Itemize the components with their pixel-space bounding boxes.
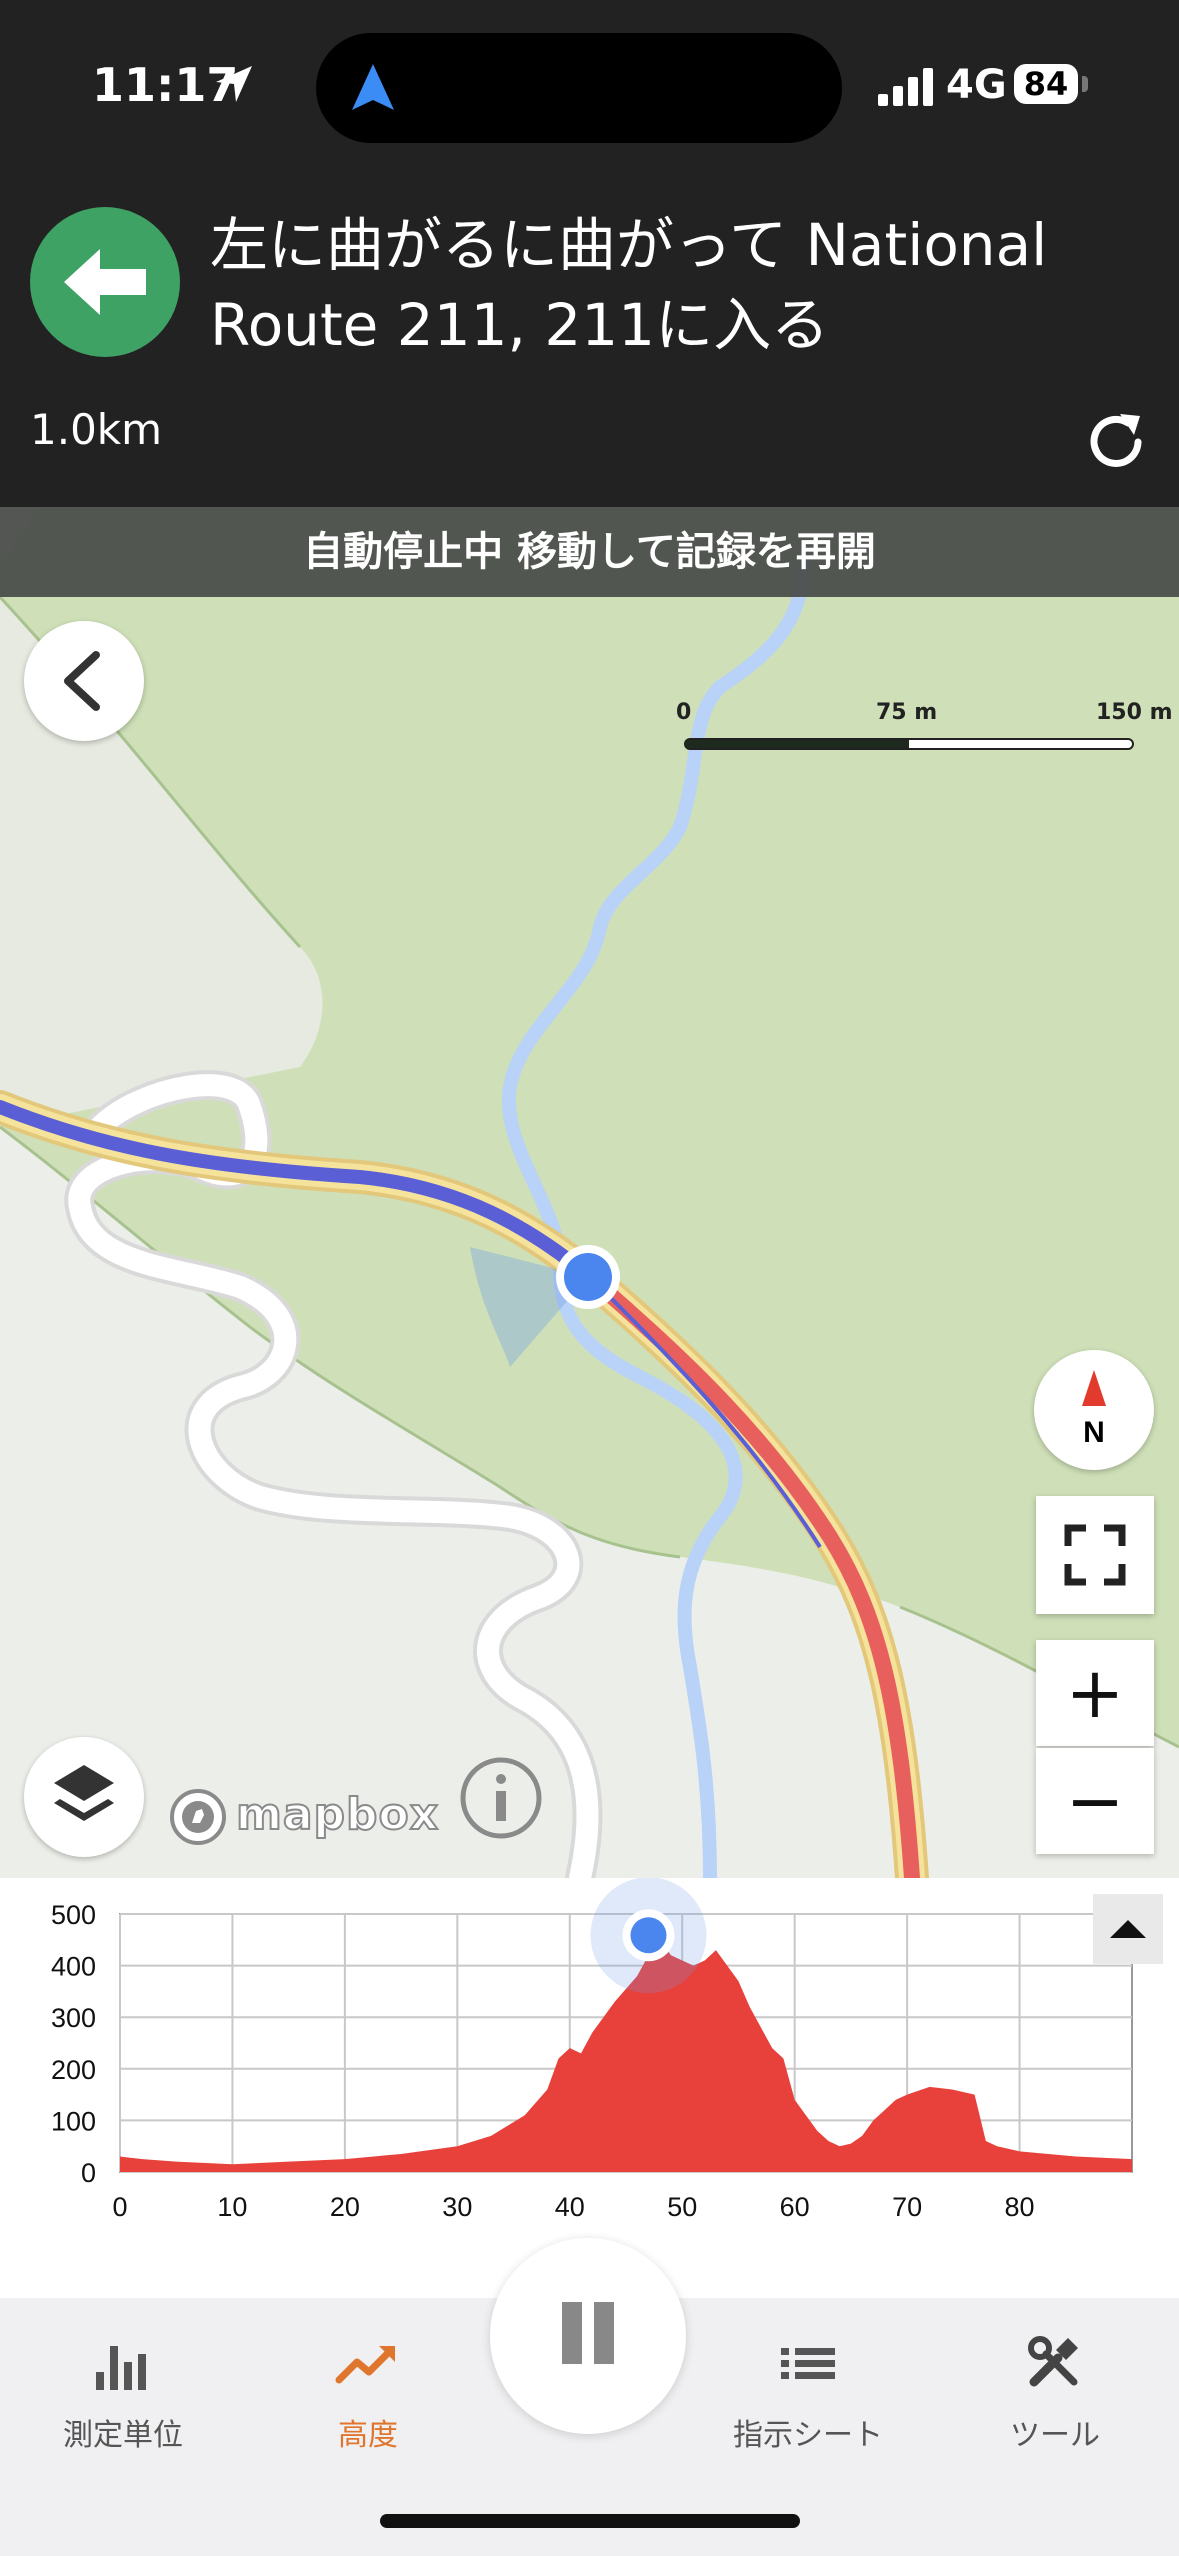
home-indicator [380, 2514, 800, 2528]
layers-icon [54, 1765, 114, 1821]
x-tick-label: 20 [330, 2192, 360, 2222]
turn-instruction: 左に曲がるに曲がって National Route 211, 211に入る [210, 211, 1048, 359]
arrow-left-icon [64, 249, 146, 315]
current-position-marker [630, 1917, 667, 1954]
scale-label-max: 150 m [1096, 700, 1173, 725]
battery-indicator: 84 [1014, 64, 1078, 104]
tab-label: 指示シート [733, 2418, 883, 2453]
tab-cue-sheet[interactable]: 指示シート [698, 2328, 918, 2454]
compass-label: N [1083, 1416, 1105, 1449]
scale-bar [684, 738, 1134, 750]
scale-label-zero: 0 [676, 700, 692, 725]
scale-label-mid: 75 m [876, 700, 938, 725]
navigation-arrow-icon [352, 64, 394, 110]
caret-up-icon [1110, 1920, 1146, 1938]
pause-recording-button[interactable] [490, 2238, 686, 2434]
zoom-in-button[interactable]: + [1036, 1640, 1154, 1746]
pause-icon-left-bar [562, 2302, 582, 2364]
bar-chart-icon [96, 2346, 146, 2390]
tab-label: 高度 [338, 2418, 398, 2453]
y-tick-label: 300 [51, 2003, 96, 2033]
fullscreen-button[interactable] [1036, 1496, 1154, 1614]
fullscreen-icon [1064, 1524, 1126, 1586]
plus-icon: + [1065, 1652, 1125, 1734]
y-tick-label: 100 [51, 2106, 96, 2136]
x-tick-label: 0 [112, 2192, 127, 2222]
pause-icon-right-bar [594, 2302, 614, 2364]
x-tick-label: 60 [780, 2192, 810, 2222]
tab-elevation[interactable]: 高度 [258, 2328, 478, 2454]
y-tick-label: 200 [51, 2055, 96, 2085]
info-icon[interactable] [458, 1755, 544, 1841]
location-arrow-icon [216, 66, 252, 102]
compass-button[interactable]: N [1034, 1350, 1154, 1470]
navigation-header: 11:17 4G 84 1.0km 左に曲がるに曲がって National Ro… [0, 0, 1179, 507]
y-tick-label: 0 [81, 2158, 96, 2188]
x-tick-label: 70 [892, 2192, 922, 2222]
y-tick-label: 500 [51, 1900, 96, 1930]
chevron-left-icon [64, 651, 100, 711]
collapse-chart-button[interactable] [1093, 1894, 1163, 1964]
zoom-out-button[interactable]: − [1036, 1748, 1154, 1854]
tab-label: 測定単位 [63, 2418, 183, 2453]
map-layers-button[interactable] [24, 1737, 144, 1857]
x-tick-label: 50 [667, 2192, 697, 2222]
compass-north-icon [1082, 1370, 1106, 1406]
autopause-banner: 自動停止中 移動して記録を再開 [0, 507, 1179, 597]
mapbox-attribution: mapbox [235, 1788, 440, 1841]
elevation-icon [335, 2346, 395, 2384]
turn-indicator [30, 207, 180, 357]
minus-icon: − [1065, 1760, 1125, 1842]
tab-metrics[interactable]: 測定単位 [13, 2328, 233, 2454]
x-tick-label: 30 [442, 2192, 472, 2222]
map-scale: 0 75 m 150 m [676, 700, 1176, 760]
y-tick-label: 400 [51, 1952, 96, 1982]
battery-nub [1082, 76, 1088, 92]
turn-distance: 1.0km [30, 405, 163, 454]
network-type: 4G [946, 62, 1007, 108]
tab-tools[interactable]: ツール [945, 2328, 1165, 2454]
elevation-chart-svg[interactable]: 0 100 200 300 400 500 0 10 20 30 40 50 60 70 80 [0, 1878, 1179, 2298]
cellular-signal-icon [878, 68, 933, 106]
map-view[interactable]: 自動停止中 移動して記録を再開 0 75 m 150 m N + − mapbo… [0, 507, 1179, 1878]
reroute-icon[interactable] [1082, 408, 1150, 476]
x-tick-label: 40 [555, 2192, 585, 2222]
tab-label: ツール [1010, 2418, 1100, 2453]
scale-bar-fill [686, 740, 909, 748]
x-tick-label: 80 [1005, 2192, 1035, 2222]
list-icon [781, 2348, 835, 2379]
elevation-chart[interactable]: 0 100 200 300 400 500 0 10 20 30 40 50 60 70 80 [0, 1878, 1179, 2298]
tools-icon [1028, 2336, 1078, 2387]
mapbox-mark-icon [170, 1789, 226, 1845]
back-button[interactable] [24, 621, 144, 741]
x-tick-label: 10 [217, 2192, 247, 2222]
